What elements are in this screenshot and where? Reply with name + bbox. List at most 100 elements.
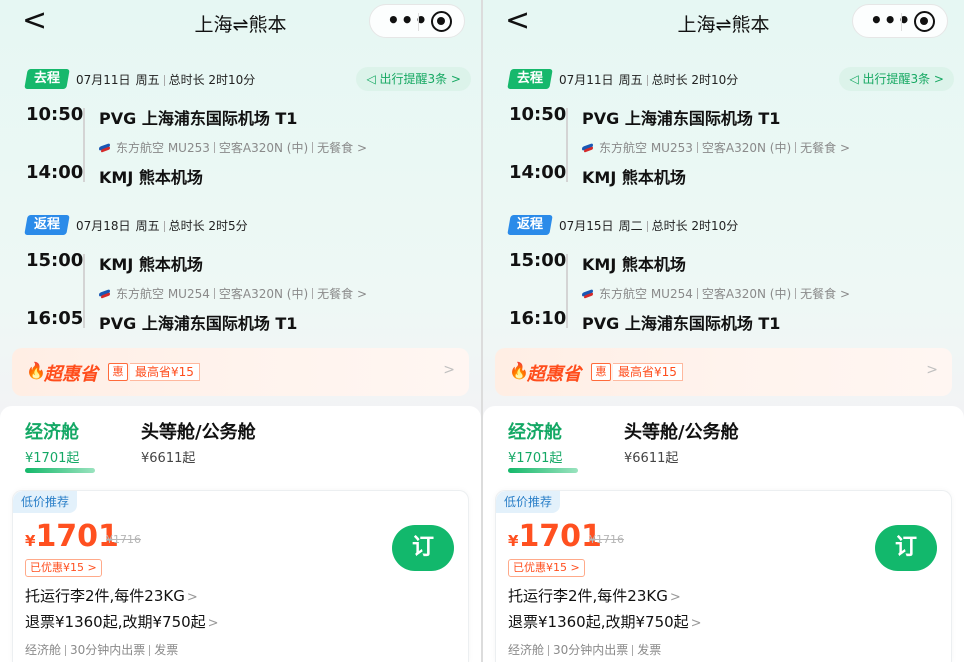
tab-first-business[interactable]: 头等舱/公务舱 ¥6611起: [624, 418, 739, 466]
divider: [548, 645, 550, 656]
return-duration: 总时长 2时10分: [651, 218, 739, 233]
cabin-name: 头等舱/公务舱: [141, 422, 256, 443]
fare-card[interactable]: 低价推荐 ¥1701 ¥1716 已优惠¥15 > 订 托运行李2件,每件23K…: [495, 490, 952, 662]
return-weekday: 周五: [135, 218, 160, 233]
aircraft-type: 空客A320N (中): [701, 141, 792, 155]
cabin-section: 经济舱 ¥1701起 头等舱/公务舱 ¥6611起 低价推荐 ¥1701 ¥17…: [0, 406, 481, 662]
super-deal-banner[interactable]: 🔥 超惠省 惠 最高省¥15 >: [12, 348, 469, 396]
flight-info[interactable]: 东方航空 MU254 空客A320N (中) 无餐食 >: [582, 285, 850, 302]
meal-info: 无餐食 >: [317, 141, 368, 155]
outbound-weekday: 周五: [618, 72, 643, 87]
return-meta: 07月18日 周五 总时长 2时5分: [76, 217, 248, 234]
divider: [646, 74, 648, 86]
hui-badge: 惠: [108, 363, 128, 381]
arrival-airport: PVG 上海浦东国际机场 T1: [99, 314, 298, 333]
nav-bar: < 上海⇌熊本 •••: [0, 0, 481, 44]
price: ¥1701: [508, 519, 602, 554]
divider: [312, 142, 314, 153]
outbound-header: 去程 07月11日 周五 总时长 2时10分: [507, 68, 739, 90]
mini-program-capsule: •••: [369, 4, 465, 38]
flight-info[interactable]: 东方航空 MU253 空客A320N (中) 无餐食 >: [99, 139, 367, 156]
chevron-right-icon: >: [926, 362, 938, 378]
travel-reminder-button[interactable]: ◁ 出行提醒3条 >: [839, 67, 954, 91]
cabin-section: 经济舱 ¥1701起 头等舱/公务舱 ¥6611起 低价推荐 ¥1701 ¥17…: [483, 406, 964, 662]
refund-info[interactable]: 退票¥1360起,改期¥750起 >: [25, 611, 219, 632]
tab-economy[interactable]: 经济舱 ¥1701起: [25, 418, 79, 466]
fare-tags: 经济舱 30分钟内出票 发票: [508, 643, 662, 657]
outbound-duration: 总时长 2时10分: [651, 72, 739, 87]
outbound-header: 去程 07月11日 周五 总时长 2时10分: [24, 68, 255, 90]
divider: [149, 645, 151, 656]
divider: [795, 288, 797, 299]
refund-info[interactable]: 退票¥1360起,改期¥750起 >: [508, 611, 702, 632]
cabin-name: 头等舱/公务舱: [624, 422, 739, 443]
travel-reminder-button[interactable]: ◁ 出行提醒3条 >: [356, 67, 471, 91]
return-leg: 返程 07月15日 周二 总时长 2时10分 15:00 KMJ 熊本机场 东方航空…: [483, 214, 964, 354]
meal-info: 无餐食 >: [800, 141, 851, 155]
cabin-price: ¥1701起: [25, 451, 80, 466]
fare-card[interactable]: 低价推荐 ¥1701 ¥1716 已优惠¥15 > 订 托运行李2件,每件23K…: [12, 490, 469, 662]
discount-badge[interactable]: 已优惠¥15 >: [25, 559, 102, 577]
return-header: 返程 07月18日 周五 总时长 2时5分: [24, 214, 248, 236]
return-duration: 总时长 2时5分: [168, 218, 248, 233]
deal-title: 超惠省: [527, 364, 581, 385]
outbound-tag: 去程: [24, 69, 70, 89]
chevron-right-icon: >: [186, 590, 198, 605]
divider: [213, 142, 215, 153]
baggage-info[interactable]: 托运行李2件,每件23KG >: [508, 585, 681, 606]
departure-airport: KMJ 熊本机场: [99, 255, 203, 274]
fire-icon: 🔥: [26, 361, 46, 380]
discount-badge[interactable]: 已优惠¥15 >: [508, 559, 585, 577]
arrival-airport: KMJ 熊本机场: [582, 168, 686, 187]
close-target-icon[interactable]: [914, 11, 935, 32]
mini-program-capsule: •••: [852, 4, 948, 38]
airline-logo-icon: [99, 143, 111, 153]
divider: [696, 288, 698, 299]
low-price-tag: 低价推荐: [13, 491, 78, 513]
cabin-price: ¥6611起: [141, 451, 196, 466]
return-header: 返程 07月15日 周二 总时长 2时10分: [507, 214, 739, 236]
max-saving-text: 最高省¥15: [130, 363, 200, 381]
arrival-airport: PVG 上海浦东国际机场 T1: [582, 314, 781, 333]
return-tag: 返程: [24, 215, 70, 235]
tab-economy[interactable]: 经济舱 ¥1701起: [508, 418, 562, 466]
cabin-name: 经济舱: [508, 422, 562, 443]
chevron-right-icon: >: [443, 362, 455, 378]
flight-info[interactable]: 东方航空 MU253 空客A320N (中) 无餐食 >: [582, 139, 850, 156]
book-button[interactable]: 订: [875, 525, 937, 571]
route-line: [83, 108, 85, 182]
super-deal-banner[interactable]: 🔥 超惠省 惠 最高省¥15 >: [495, 348, 952, 396]
airline-flight: 东方航空 MU254: [116, 287, 210, 301]
deal-title: 超惠省: [44, 364, 98, 385]
airline-logo-icon: [99, 289, 111, 299]
close-target-icon[interactable]: [431, 11, 452, 32]
flight-info[interactable]: 东方航空 MU254 空客A320N (中) 无餐食 >: [99, 285, 367, 302]
more-dots-icon[interactable]: •••: [870, 8, 911, 32]
more-dots-icon[interactable]: •••: [387, 8, 428, 32]
divider: [795, 142, 797, 153]
outbound-date: 07月11日: [559, 72, 614, 87]
original-price: ¥1716: [589, 533, 624, 546]
outbound-leg: 去程 07月11日 周五 总时长 2时10分 ◁ 出行提醒3条 > 10:50 PV…: [0, 67, 481, 208]
tab-first-business[interactable]: 头等舱/公务舱 ¥6611起: [141, 418, 256, 466]
chevron-right-icon: >: [669, 590, 681, 605]
cabin-price: ¥6611起: [624, 451, 679, 466]
return-leg: 返程 07月18日 周五 总时长 2时5分 15:00 KMJ 熊本机场 东方航空 …: [0, 214, 481, 354]
departure-airport: PVG 上海浦东国际机场 T1: [582, 109, 781, 128]
divider: [65, 645, 67, 656]
route-line: [83, 254, 85, 328]
active-tab-indicator: [25, 468, 95, 473]
outbound-weekday: 周五: [135, 72, 160, 87]
departure-airport: PVG 上海浦东国际机场 T1: [99, 109, 298, 128]
divider: [312, 288, 314, 299]
aircraft-type: 空客A320N (中): [218, 141, 309, 155]
baggage-info[interactable]: 托运行李2件,每件23KG >: [25, 585, 198, 606]
price: ¥1701: [25, 519, 119, 554]
divider: [163, 220, 165, 232]
nav-bar: < 上海⇌熊本 •••: [483, 0, 964, 44]
book-button[interactable]: 订: [392, 525, 454, 571]
airline-logo-icon: [582, 289, 594, 299]
cabin-name: 经济舱: [25, 422, 79, 443]
low-price-tag: 低价推荐: [496, 491, 561, 513]
cabin-price: ¥1701起: [508, 451, 563, 466]
